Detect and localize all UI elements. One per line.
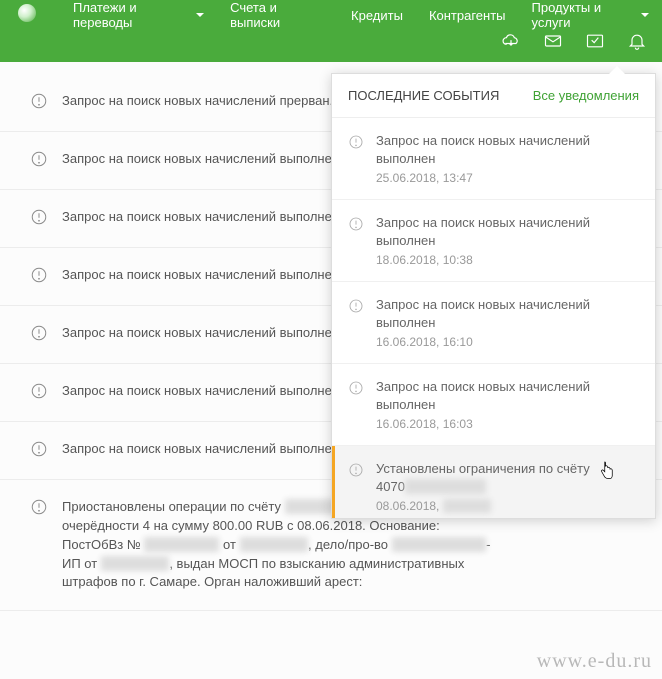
row-text: Запрос на поиск новых начислений выполне…	[62, 324, 355, 343]
nav-item-4[interactable]: Продукты и услуги	[519, 0, 662, 30]
event-time: 16.06.2018, 16:03	[376, 417, 639, 431]
popup-title: ПОСЛЕДНИЕ СОБЫТИЯ	[348, 88, 499, 103]
all-notifications-link[interactable]: Все уведомления	[533, 88, 639, 103]
info-icon	[348, 460, 364, 513]
main-nav: Платежи и переводы Счета и выпискиКредит…	[60, 0, 662, 30]
info-icon	[348, 132, 364, 185]
event-body: Запрос на поиск новых начислений выполне…	[376, 132, 639, 185]
row-text: Запрос на поиск новых начислений выполне…	[62, 266, 355, 285]
bell-icon[interactable]	[627, 31, 647, 54]
info-icon	[30, 208, 48, 229]
info-icon	[30, 92, 48, 113]
row-text: Запрос на поиск новых начислений выполне…	[62, 440, 355, 459]
notification-item[interactable]: Запрос на поиск новых начислений выполне…	[332, 282, 655, 364]
notification-item[interactable]: Запрос на поиск новых начислений выполне…	[332, 364, 655, 446]
event-body: Запрос на поиск новых начислений выполне…	[376, 214, 639, 267]
info-icon	[30, 324, 48, 345]
header-icons	[501, 31, 647, 54]
event-body: Запрос на поиск новых начислений выполне…	[376, 296, 639, 349]
event-time: 08.06.2018, xx	[376, 499, 639, 513]
nav-item-1[interactable]: Счета и выписки	[217, 0, 338, 30]
info-icon	[30, 382, 48, 403]
nav-item-2[interactable]: Кредиты	[338, 8, 416, 23]
event-time: 16.06.2018, 16:10	[376, 335, 639, 349]
info-icon	[30, 266, 48, 287]
nav-item-3[interactable]: Контрагенты	[416, 8, 519, 23]
chevron-down-icon	[196, 13, 204, 17]
watermark: www.e-du.ru	[537, 650, 652, 673]
notification-item[interactable]: Запрос на поиск новых начислений выполне…	[332, 118, 655, 200]
info-icon	[348, 378, 364, 431]
row-text: Запрос на поиск новых начислений прерван…	[62, 92, 353, 111]
row-text: Запрос на поиск новых начислений выполне…	[62, 382, 355, 401]
event-title: Запрос на поиск новых начислений выполне…	[376, 214, 639, 249]
event-title: Запрос на поиск новых начислений выполне…	[376, 132, 639, 167]
popup-body[interactable]: Запрос на поиск новых начислений выполне…	[332, 118, 655, 518]
app-header: Платежи и переводы Счета и выпискиКредит…	[0, 0, 662, 62]
info-icon	[348, 296, 364, 349]
cursor-pointer-icon	[598, 460, 616, 485]
row-text: Запрос на поиск новых начислений выполне…	[62, 150, 355, 169]
mail-icon[interactable]	[543, 31, 563, 54]
chevron-down-icon	[641, 13, 649, 17]
inbox-check-icon[interactable]	[585, 31, 605, 54]
popup-header: ПОСЛЕДНИЕ СОБЫТИЯ Все уведомления	[332, 74, 655, 118]
nav-item-0[interactable]: Платежи и переводы	[60, 0, 217, 30]
notifications-popup: ПОСЛЕДНИЕ СОБЫТИЯ Все уведомления Запрос…	[331, 73, 656, 519]
info-icon	[30, 150, 48, 171]
info-icon	[348, 214, 364, 267]
event-body: Запрос на поиск новых начислений выполне…	[376, 378, 639, 431]
event-time: 25.06.2018, 13:47	[376, 171, 639, 185]
row-text: Запрос на поиск новых начислений выполне…	[62, 208, 355, 227]
event-title: Запрос на поиск новых начислений выполне…	[376, 296, 639, 331]
logo[interactable]	[18, 4, 36, 25]
event-title: Запрос на поиск новых начислений выполне…	[376, 378, 639, 413]
notification-item[interactable]: Запрос на поиск новых начислений выполне…	[332, 200, 655, 282]
event-time: 18.06.2018, 10:38	[376, 253, 639, 267]
info-icon	[30, 440, 48, 461]
info-icon	[30, 498, 48, 519]
cloud-download-icon[interactable]	[501, 31, 521, 54]
